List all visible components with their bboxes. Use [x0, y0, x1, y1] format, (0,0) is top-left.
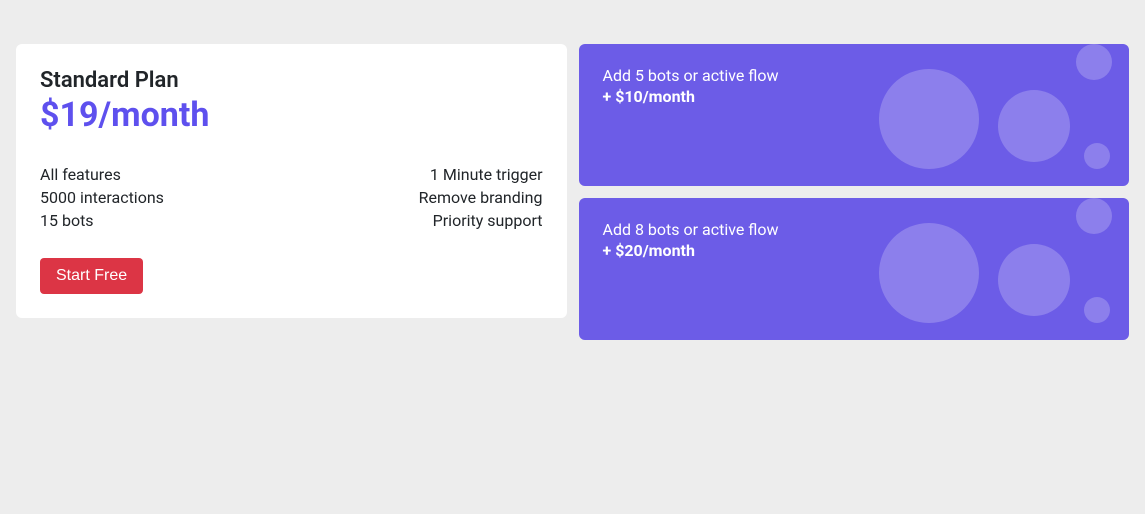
plan-price: $19/month — [40, 95, 543, 135]
feature-item: 1 Minute trigger — [430, 165, 543, 184]
bubbles-icon — [869, 198, 1129, 340]
plan-name: Standard Plan — [40, 68, 543, 93]
feature-item: Remove branding — [419, 188, 543, 207]
addon-card[interactable]: Add 5 bots or active flow + $10/month — [579, 44, 1130, 186]
feature-item: All features — [40, 165, 164, 184]
feature-item: 15 bots — [40, 211, 164, 230]
feature-item: 5000 interactions — [40, 188, 164, 207]
standard-plan-card: Standard Plan $19/month All features 500… — [16, 44, 567, 318]
feature-item: Priority support — [433, 211, 543, 230]
bubbles-icon — [869, 44, 1129, 186]
addon-card[interactable]: Add 8 bots or active flow + $20/month — [579, 198, 1130, 340]
start-free-button[interactable]: Start Free — [40, 258, 143, 294]
plan-features: All features 5000 interactions 15 bots 1… — [40, 165, 543, 230]
